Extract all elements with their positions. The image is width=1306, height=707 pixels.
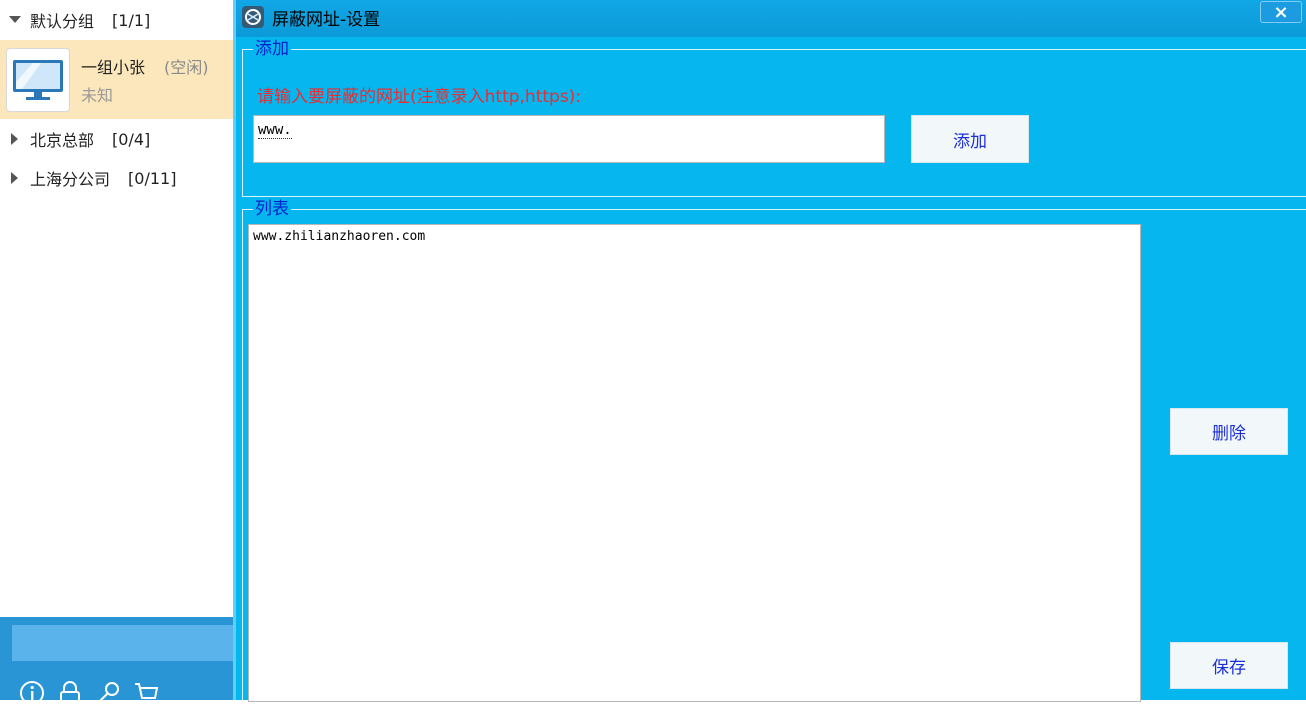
close-button[interactable]: ×	[1260, 1, 1302, 23]
contact-panel: 默认分组 [1/1] 一组小张 (空闲) 未知 北京总部 [0/4] 上海分公司…	[0, 0, 233, 705]
app-icon	[242, 6, 264, 28]
url-input[interactable]: www.	[253, 115, 885, 163]
delete-button[interactable]: 删除	[1170, 408, 1288, 455]
block-url-dialog: 屏蔽网址-设置 × 添加 请输入要屏蔽的网址(注意录入http,https): …	[233, 0, 1306, 702]
add-groupbox-legend: 添加	[253, 39, 291, 59]
expand-right-icon[interactable]	[0, 172, 30, 184]
group-name: 上海分公司	[30, 170, 111, 189]
group-row-shanghai[interactable]: 上海分公司 [0/11]	[0, 158, 233, 198]
dialog-titlebar[interactable]: 屏蔽网址-设置 ×	[236, 0, 1306, 37]
group-row-default[interactable]: 默认分组 [1/1]	[0, 0, 233, 40]
member-name: 一组小张	[81, 58, 146, 77]
group-name: 默认分组	[30, 12, 95, 31]
key-icon[interactable]	[94, 679, 122, 707]
list-groupbox-legend: 列表	[253, 199, 291, 219]
monitor-icon	[6, 48, 70, 112]
group-count: [1/1]	[112, 10, 151, 30]
bottom-toolbar	[0, 617, 233, 705]
group-count: [0/11]	[128, 168, 177, 188]
info-icon[interactable]	[18, 679, 46, 707]
group-name: 北京总部	[30, 131, 95, 150]
search-input[interactable]	[12, 625, 233, 661]
url-listbox[interactable]: www.zhilianzhaoren.com	[248, 224, 1141, 702]
url-input-value: www.	[258, 122, 292, 139]
group-count: [0/4]	[112, 129, 151, 149]
list-groupbox: 列表 www.zhilianzhaoren.com 删除 保存	[242, 199, 1306, 702]
member-location: 未知	[81, 86, 114, 105]
group-row-beijing[interactable]: 北京总部 [0/4]	[0, 119, 233, 159]
cart-icon[interactable]	[132, 679, 160, 707]
dialog-title: 屏蔽网址-设置	[272, 10, 381, 30]
url-prompt-label: 请输入要屏蔽的网址(注意录入http,https):	[257, 87, 582, 107]
expand-down-icon[interactable]	[0, 16, 30, 24]
expand-right-icon[interactable]	[0, 133, 30, 145]
save-button[interactable]: 保存	[1170, 642, 1288, 689]
add-groupbox: 添加 请输入要屏蔽的网址(注意录入http,https): www. 添加	[242, 39, 1306, 197]
lock-icon[interactable]	[56, 679, 84, 707]
member-status: (空闲)	[164, 58, 209, 77]
list-item[interactable]: www.zhilianzhaoren.com	[249, 225, 1140, 244]
add-button[interactable]: 添加	[911, 115, 1029, 163]
member-row[interactable]: 一组小张 (空闲) 未知	[0, 40, 233, 119]
